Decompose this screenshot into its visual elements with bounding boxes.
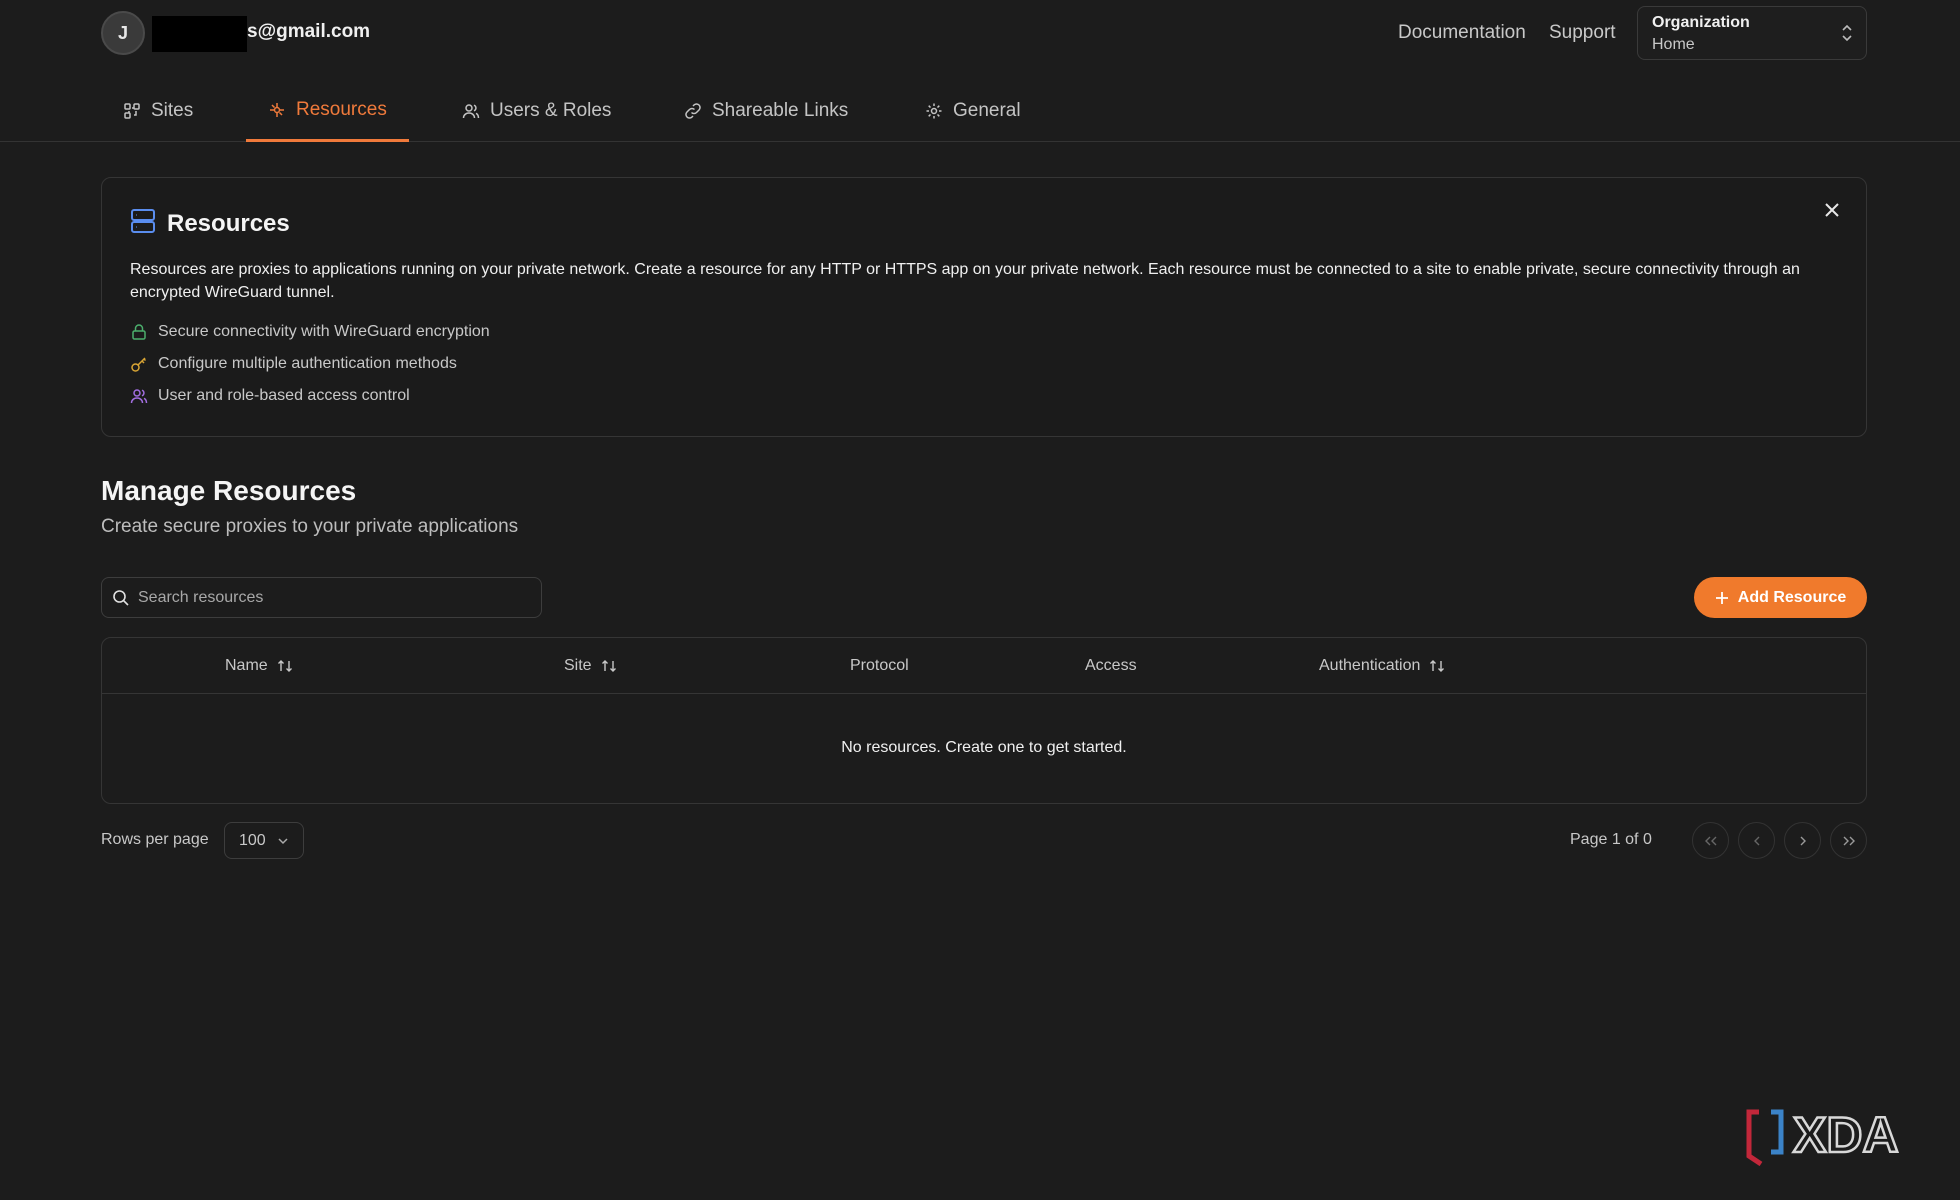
avatar[interactable]: J bbox=[101, 11, 145, 55]
nav-tabs: Sites Resources Users & Roles Shareable … bbox=[0, 80, 1960, 142]
page-indicator: Page 1 of 0 bbox=[1570, 831, 1652, 848]
column-label: Name bbox=[225, 657, 268, 674]
chevrons-up-down-icon bbox=[1842, 24, 1852, 42]
tab-shareable-links[interactable]: Shareable Links bbox=[662, 80, 870, 142]
column-header-access: Access bbox=[1085, 657, 1137, 675]
tab-general[interactable]: General bbox=[903, 80, 1043, 142]
resources-table: Name Site Protocol Access Authentication… bbox=[101, 637, 1867, 804]
rows-per-page-value: 100 bbox=[239, 831, 266, 849]
tab-label: General bbox=[953, 100, 1021, 121]
tab-label: Users & Roles bbox=[490, 100, 612, 121]
column-label: Protocol bbox=[850, 657, 909, 674]
add-resource-button[interactable]: Add Resource bbox=[1694, 577, 1867, 618]
feature-text: Configure multiple authentication method… bbox=[158, 355, 457, 372]
email-redaction bbox=[152, 16, 247, 52]
chevrons-left-icon bbox=[1704, 836, 1716, 845]
organization-label: Organization bbox=[1652, 14, 1750, 31]
link-icon bbox=[685, 103, 701, 119]
feature-text: Secure connectivity with WireGuard encry… bbox=[158, 323, 490, 340]
users-icon bbox=[130, 389, 148, 404]
tab-users-roles[interactable]: Users & Roles bbox=[440, 80, 633, 142]
feature-item: User and role-based access control bbox=[130, 387, 410, 405]
column-header-name[interactable]: Name bbox=[225, 657, 293, 675]
column-label: Site bbox=[564, 657, 592, 674]
page-title: Manage Resources bbox=[101, 475, 357, 506]
resources-icon bbox=[270, 102, 284, 117]
search-input[interactable] bbox=[138, 578, 533, 617]
first-page-button[interactable] bbox=[1692, 822, 1729, 859]
feature-item: Secure connectivity with WireGuard encry… bbox=[130, 323, 490, 341]
chevrons-right-icon bbox=[1843, 836, 1855, 845]
last-page-button[interactable] bbox=[1830, 822, 1867, 859]
sort-icon bbox=[601, 660, 616, 672]
page-subtitle: Create secure proxies to your private ap… bbox=[101, 516, 519, 537]
column-label: Authentication bbox=[1319, 657, 1421, 674]
empty-state-message: No resources. Create one to get started. bbox=[841, 739, 1127, 756]
search-icon bbox=[113, 590, 129, 606]
sort-icon bbox=[1430, 660, 1445, 672]
feature-item: Configure multiple authentication method… bbox=[130, 355, 457, 373]
add-resource-label: Add Resource bbox=[1737, 588, 1847, 606]
column-header-site[interactable]: Site bbox=[564, 657, 617, 675]
column-header-protocol: Protocol bbox=[850, 657, 909, 675]
table-header: Name Site Protocol Access Authentication bbox=[102, 638, 1866, 694]
column-label: Access bbox=[1085, 657, 1137, 674]
rows-per-page-label: Rows per page bbox=[101, 831, 209, 848]
rows-per-page-select[interactable]: 100 bbox=[224, 822, 304, 859]
chevron-right-icon bbox=[1800, 836, 1806, 845]
tab-resources[interactable]: Resources bbox=[246, 80, 409, 142]
tab-label: Sites bbox=[151, 100, 194, 121]
documentation-link[interactable]: Documentation bbox=[1398, 22, 1526, 44]
gear-icon bbox=[926, 103, 942, 119]
sort-icon bbox=[277, 660, 292, 672]
tab-label: Shareable Links bbox=[712, 100, 849, 121]
xda-logo: XDA bbox=[1746, 1108, 1900, 1166]
user-email: s@gmail.com bbox=[247, 21, 371, 42]
support-link[interactable]: Support bbox=[1549, 22, 1616, 44]
chevron-down-icon bbox=[278, 838, 288, 845]
sites-icon bbox=[124, 103, 140, 119]
tab-label: Resources bbox=[296, 98, 387, 120]
users-icon bbox=[462, 104, 480, 119]
chevron-left-icon bbox=[1753, 836, 1759, 845]
server-icon bbox=[131, 209, 155, 233]
info-card-description: Resources are proxies to applications ru… bbox=[130, 261, 1800, 301]
resources-info-card: Resources Resources are proxies to appli… bbox=[101, 177, 1867, 437]
organization-selector[interactable]: Organization Home bbox=[1637, 6, 1867, 60]
info-card-title: Resources bbox=[167, 210, 290, 237]
previous-page-button[interactable] bbox=[1738, 822, 1775, 859]
organization-value: Home bbox=[1652, 36, 1695, 53]
lock-icon bbox=[132, 324, 146, 340]
tab-sites[interactable]: Sites bbox=[101, 80, 215, 142]
key-icon bbox=[131, 357, 147, 372]
search-box bbox=[101, 577, 542, 618]
column-header-authentication[interactable]: Authentication bbox=[1319, 657, 1445, 675]
top-bar: J s@gmail.com Documentation Support Orga… bbox=[0, 0, 1960, 66]
feature-text: User and role-based access control bbox=[158, 387, 410, 404]
plus-icon bbox=[1715, 591, 1728, 604]
watermark-text: XDA bbox=[1793, 1108, 1899, 1163]
next-page-button[interactable] bbox=[1784, 822, 1821, 859]
close-icon[interactable] bbox=[1820, 198, 1844, 222]
